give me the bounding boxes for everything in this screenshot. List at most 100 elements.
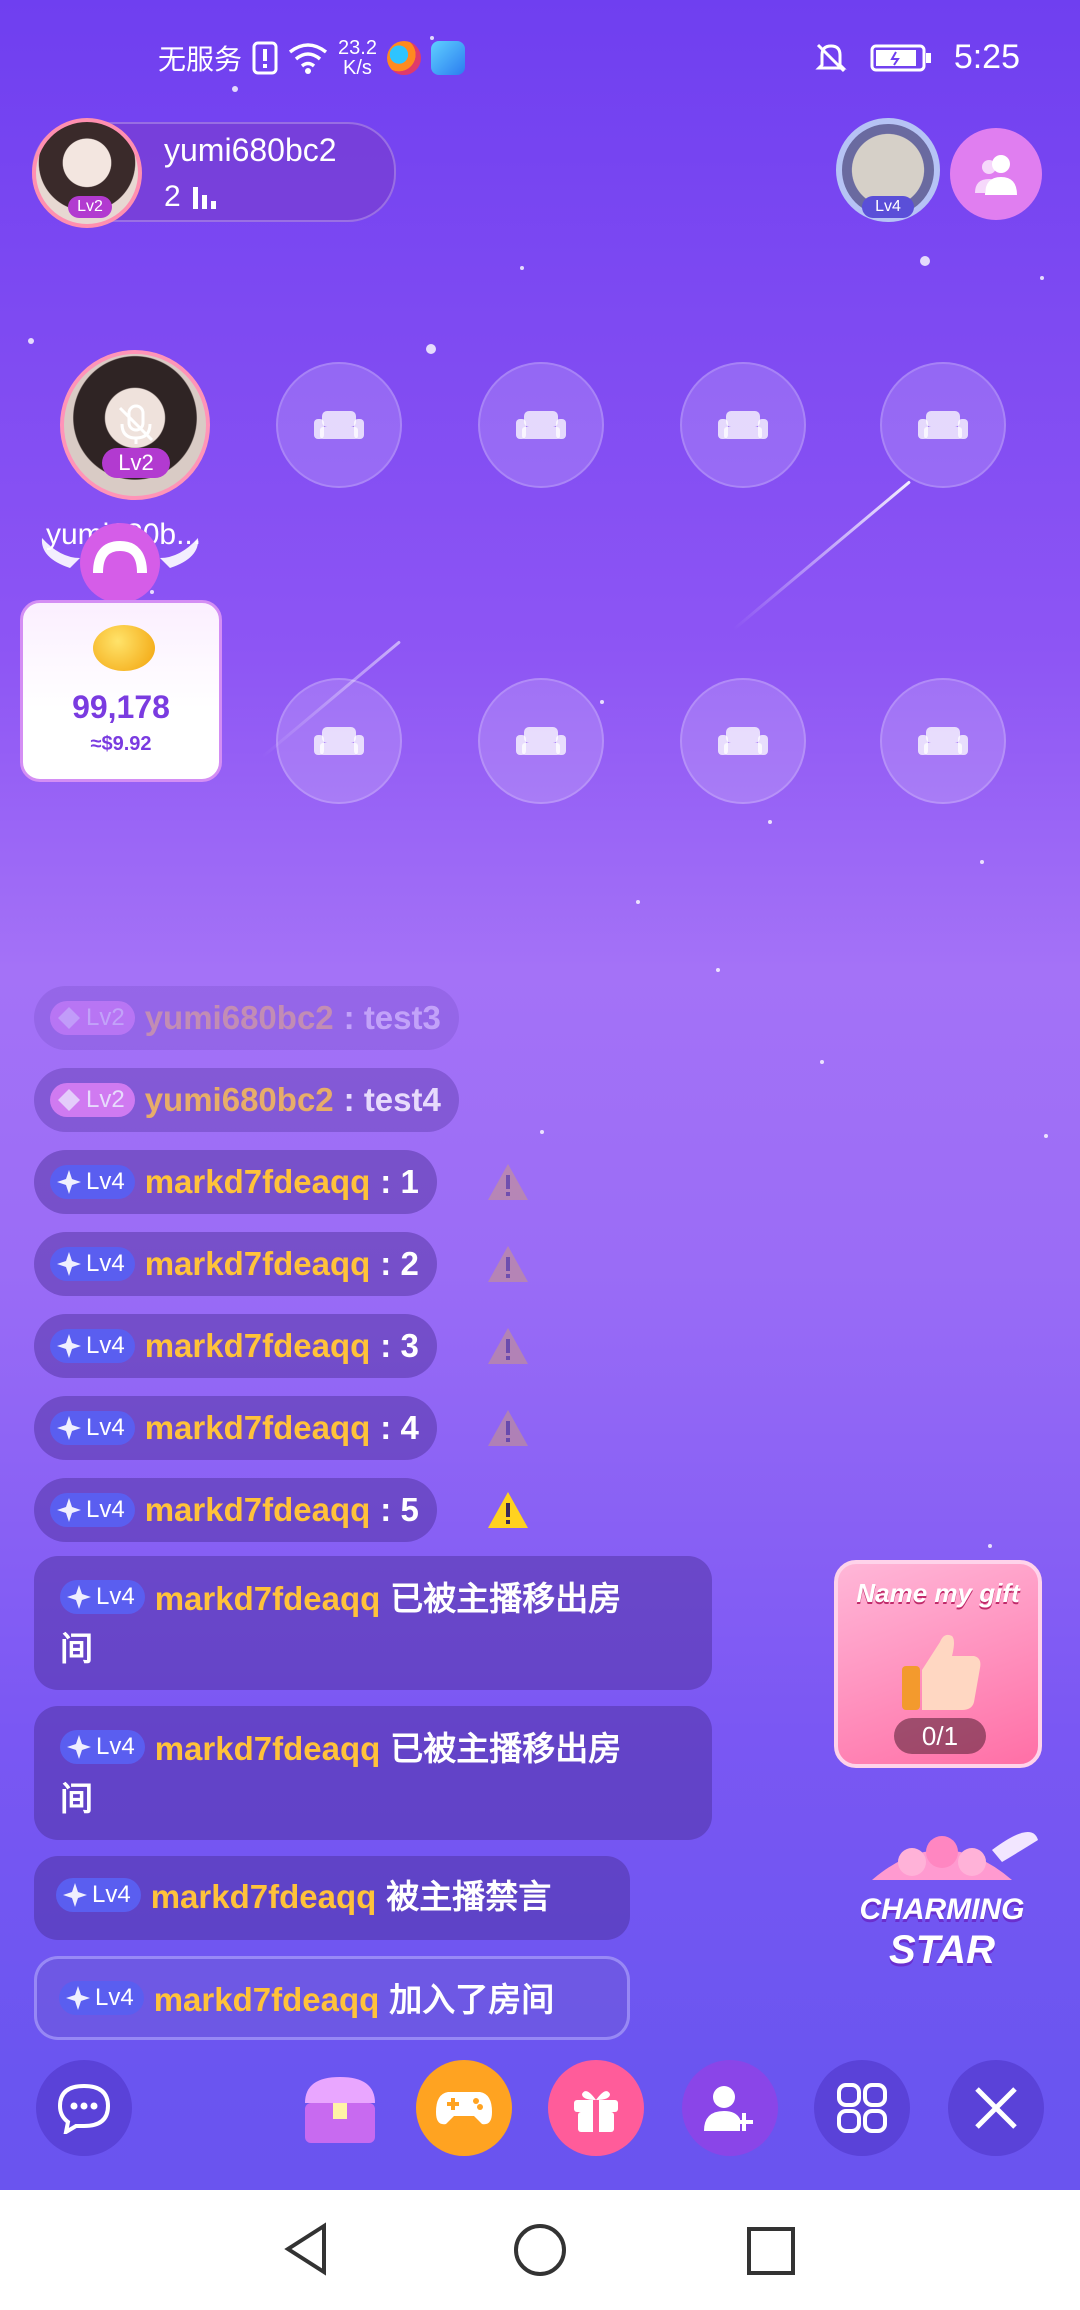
add-user-icon bbox=[704, 2086, 753, 2131]
chat-text: : 4 bbox=[380, 1409, 419, 1446]
home-icon[interactable] bbox=[512, 2222, 568, 2278]
sofa-icon bbox=[918, 727, 968, 755]
user-level-badge: Lv4 bbox=[50, 1493, 135, 1527]
name-my-gift-card[interactable]: Name my gift 0/1 bbox=[834, 1560, 1042, 1768]
signal-bars-icon bbox=[192, 185, 216, 209]
diamond-icon bbox=[58, 1007, 80, 1029]
thumbs-up-icon bbox=[902, 1634, 981, 1710]
chat-message[interactable]: Lv4 markd7fdeaqq: 1 bbox=[34, 1150, 437, 1214]
warning-icon[interactable] bbox=[486, 1244, 530, 1284]
charming-star-banner[interactable]: CHARMING STAR bbox=[842, 1810, 1042, 1990]
diamond-icon bbox=[58, 1089, 80, 1111]
chat-input-button[interactable] bbox=[36, 2060, 132, 2156]
meteor bbox=[732, 480, 911, 631]
empty-seat[interactable] bbox=[276, 362, 402, 488]
game-button[interactable] bbox=[416, 2060, 512, 2156]
sparkle-icon bbox=[57, 1416, 81, 1440]
system-text-continued: 间 bbox=[60, 1630, 93, 1667]
empty-seat[interactable] bbox=[880, 362, 1006, 488]
user-level-badge: Lv4 bbox=[59, 1981, 144, 2015]
invite-user-button[interactable] bbox=[682, 2060, 778, 2156]
sofa-icon bbox=[918, 411, 968, 439]
sparkle-icon bbox=[63, 1883, 87, 1907]
winged-badge-icon bbox=[41, 523, 199, 603]
system-message: Lv4 markd7fdeaqq 被主播禁言 bbox=[34, 1856, 630, 1940]
empty-seat[interactable] bbox=[276, 678, 402, 804]
audience-list-button[interactable] bbox=[950, 128, 1042, 220]
app-notification-icon bbox=[430, 41, 465, 75]
system-username[interactable]: markd7fdeaqq bbox=[155, 1580, 381, 1617]
chat-username[interactable]: markd7fdeaqq bbox=[145, 1491, 371, 1529]
system-username[interactable]: markd7fdeaqq bbox=[154, 1981, 380, 2018]
sofa-icon bbox=[516, 411, 566, 439]
sofa-icon bbox=[314, 727, 364, 755]
close-icon bbox=[975, 2087, 1017, 2129]
sim-alert-icon bbox=[252, 41, 278, 75]
sparkle-icon bbox=[57, 1334, 81, 1358]
sofa-icon bbox=[516, 727, 566, 755]
sparkle-icon bbox=[57, 1170, 81, 1194]
sofa-icon bbox=[314, 411, 364, 439]
more-menu-button[interactable] bbox=[814, 2060, 910, 2156]
bean-balance-card[interactable]: 99,178 ≈$9.92 bbox=[20, 600, 222, 782]
chat-message[interactable]: Lv2 yumi680bc2: test4 bbox=[34, 1068, 459, 1132]
sofa-icon bbox=[718, 727, 768, 755]
chat-username[interactable]: yumi680bc2 bbox=[145, 1081, 334, 1119]
close-room-button[interactable] bbox=[948, 2060, 1044, 2156]
chat-username[interactable]: yumi680bc2 bbox=[145, 999, 334, 1037]
user-level-badge: Lv4 bbox=[50, 1411, 135, 1445]
system-text: 已被主播移出房 bbox=[390, 1730, 622, 1767]
carrier-label: 无服务 bbox=[158, 44, 243, 75]
back-icon[interactable] bbox=[282, 2222, 332, 2276]
empty-seat[interactable] bbox=[680, 362, 806, 488]
sparkle-icon bbox=[67, 1585, 91, 1609]
system-text: 加入了房间 bbox=[389, 1981, 555, 2018]
chat-text: : test4 bbox=[343, 1081, 441, 1118]
recents-icon[interactable] bbox=[746, 2226, 796, 2276]
gift-button[interactable] bbox=[548, 2060, 644, 2156]
warning-icon[interactable] bbox=[486, 1490, 530, 1530]
system-message: Lv4 markd7fdeaqq 已被主播移出房间 bbox=[34, 1706, 712, 1840]
system-message: Lv4 markd7fdeaqq 已被主播移出房间 bbox=[34, 1556, 712, 1690]
system-text: 被主播禁言 bbox=[386, 1878, 552, 1915]
viewer-count: 2 bbox=[164, 180, 216, 214]
system-username[interactable]: markd7fdeaqq bbox=[151, 1878, 377, 1915]
battery-icon bbox=[870, 44, 931, 71]
host-seat-level-badge: Lv2 bbox=[102, 448, 170, 478]
treasure-chest-icon bbox=[305, 2077, 375, 2143]
chat-username[interactable]: markd7fdeaqq bbox=[145, 1245, 371, 1283]
charming-star-line1: CHARMING bbox=[859, 1893, 1025, 1926]
chat-text: : 2 bbox=[380, 1245, 419, 1282]
system-nav-bar bbox=[0, 2190, 1080, 2310]
empty-seat[interactable] bbox=[478, 362, 604, 488]
sofa-icon bbox=[718, 411, 768, 439]
system-username[interactable]: markd7fdeaqq bbox=[155, 1730, 381, 1767]
top-viewer-level-badge: Lv4 bbox=[862, 196, 914, 218]
chat-message[interactable]: Lv4 markd7fdeaqq: 4 bbox=[34, 1396, 437, 1460]
chat-message[interactable]: Lv4 markd7fdeaqq: 3 bbox=[34, 1314, 437, 1378]
mic-muted-icon bbox=[118, 404, 154, 444]
status-bar: 无服务 23.2 K/s 5:25 bbox=[0, 38, 1080, 88]
empty-seat[interactable] bbox=[478, 678, 604, 804]
browser-app-icon bbox=[386, 41, 421, 75]
chat-text: : 3 bbox=[380, 1327, 419, 1364]
chat-username[interactable]: markd7fdeaqq bbox=[145, 1409, 371, 1447]
chat-username[interactable]: markd7fdeaqq bbox=[145, 1327, 371, 1365]
warning-icon[interactable] bbox=[486, 1162, 530, 1202]
host-level-badge: Lv2 bbox=[68, 196, 112, 218]
user-level-badge: Lv4 bbox=[50, 1165, 135, 1199]
treasure-box-button[interactable] bbox=[292, 2060, 388, 2156]
sparkle-icon bbox=[67, 1735, 91, 1759]
host-name: yumi680bc2 bbox=[164, 132, 337, 168]
user-level-badge: Lv4 bbox=[50, 1247, 135, 1281]
chat-message[interactable]: Lv4 markd7fdeaqq: 5 bbox=[34, 1478, 437, 1542]
empty-seat[interactable] bbox=[680, 678, 806, 804]
warning-icon[interactable] bbox=[486, 1326, 530, 1366]
user-level-badge: Lv4 bbox=[60, 1580, 145, 1614]
warning-icon[interactable] bbox=[486, 1408, 530, 1448]
chat-username[interactable]: markd7fdeaqq bbox=[145, 1163, 371, 1201]
empty-seat[interactable] bbox=[880, 678, 1006, 804]
chat-message[interactable]: Lv2 yumi680bc2: test3 bbox=[34, 986, 459, 1050]
chat-message[interactable]: Lv4 markd7fdeaqq: 2 bbox=[34, 1232, 437, 1296]
bean-value: 99,178 bbox=[72, 689, 170, 725]
